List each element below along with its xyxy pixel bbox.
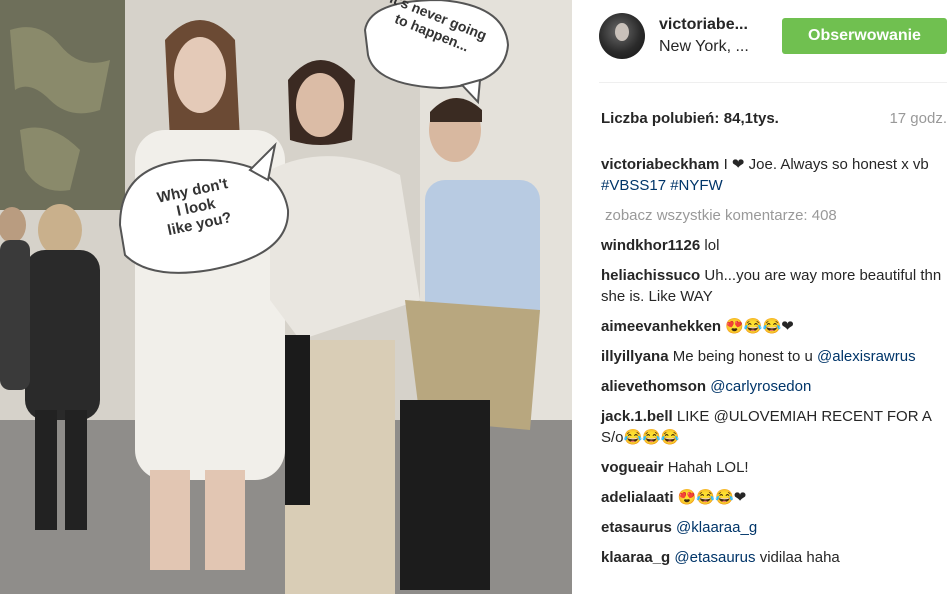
comment-row: aimeevanhekken 😍😂😂❤ (601, 316, 947, 337)
comment-text: lol (704, 237, 720, 254)
comment-user[interactable]: etasaurus (601, 519, 672, 536)
likes-row: Liczba polubień: 84,1tys. 17 godz. (601, 110, 947, 130)
comment-text: 😍😂😂❤ (725, 318, 794, 335)
post-header: victoriabe... New York, ... Obserwowanie (572, 0, 951, 82)
photo-scene (0, 0, 572, 594)
divider (599, 82, 947, 83)
comment-text: vidilaa haha (759, 549, 840, 566)
comment-row: heliachissuco Uh...you are way more beau… (601, 265, 947, 307)
location-link[interactable]: New York, ... (659, 38, 749, 56)
post-photo[interactable]: Why don't I look like you? It's never go… (0, 0, 572, 594)
comment-user[interactable]: jack.1.bell (601, 408, 673, 425)
likes-count[interactable]: 84,1tys. (724, 110, 779, 127)
mention-link[interactable]: @carlyrosedon (710, 378, 811, 395)
comment-row: vogueair Hahah LOL! (601, 457, 947, 478)
caption-text: I ❤ Joe. Always so honest x vb (723, 156, 929, 173)
comment-row: klaaraa_g @etasaurus vidilaa haha (601, 547, 947, 568)
comment-user[interactable]: alievethomson (601, 378, 706, 395)
post-sidebar: victoriabe... New York, ... Obserwowanie… (572, 0, 951, 594)
avatar[interactable] (599, 13, 645, 59)
mention-link[interactable]: @alexisrawrus (817, 348, 916, 365)
mention-link[interactable]: @etasaurus (674, 549, 755, 566)
view-all-comments-link[interactable]: zobacz wszystkie komentarze: 408 (605, 205, 947, 226)
comment-text: Me being honest to u (672, 348, 813, 365)
comment-text: 😍😂😂❤ (677, 489, 747, 506)
caption-user[interactable]: victoriabeckham (601, 156, 719, 173)
mention-link[interactable]: @klaaraa_g (676, 519, 757, 536)
comment-row: windkhor1126 lol (601, 235, 947, 256)
comment-user[interactable]: vogueair (601, 459, 664, 476)
likes-label[interactable]: Liczba polubień: (601, 110, 719, 127)
comments-list: victoriabeckham I ❤ Joe. Always so hones… (601, 154, 947, 577)
comment-user[interactable]: adelialaati (601, 489, 674, 506)
post-timestamp[interactable]: 17 godz. (889, 110, 947, 127)
comment-row: etasaurus @klaaraa_g (601, 517, 947, 538)
caption: victoriabeckham I ❤ Joe. Always so hones… (601, 154, 947, 196)
comment-user[interactable]: heliachissuco (601, 267, 700, 284)
comment-row: illyillyana Me being honest to u @alexis… (601, 346, 947, 367)
hashtag-link[interactable]: #VBSS17 (601, 177, 666, 194)
comment-user[interactable]: aimeevanhekken (601, 318, 721, 335)
hashtag-link[interactable]: #NYFW (670, 177, 723, 194)
comment-row: alievethomson @carlyrosedon (601, 376, 947, 397)
comment-user[interactable]: illyillyana (601, 348, 669, 365)
comment-text: Hahah LOL! (667, 459, 749, 476)
username-link[interactable]: victoriabe... (659, 16, 748, 34)
comment-user[interactable]: windkhor1126 (601, 237, 700, 254)
comment-row: jack.1.bell LIKE @ULOVEMIAH RECENT FOR A… (601, 406, 947, 448)
comment-user[interactable]: klaaraa_g (601, 549, 670, 566)
comment-row: adelialaati 😍😂😂❤ (601, 487, 947, 508)
follow-button[interactable]: Obserwowanie (782, 18, 947, 54)
